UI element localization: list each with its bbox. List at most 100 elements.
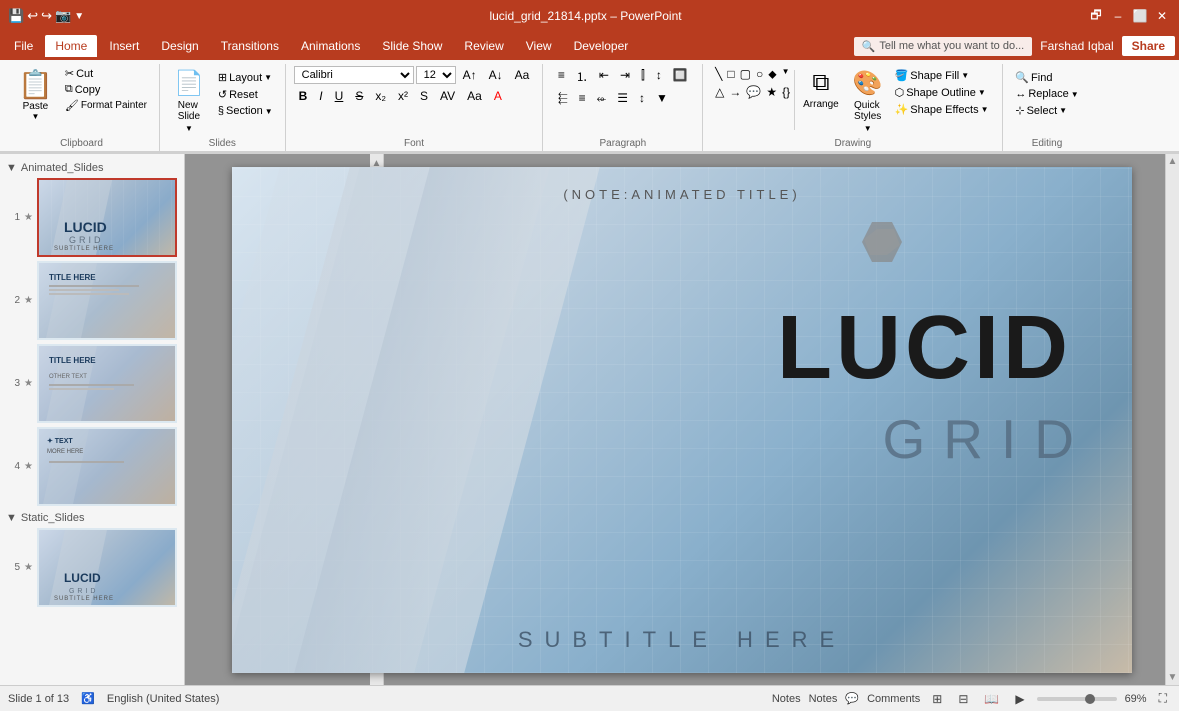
menu-view[interactable]: View bbox=[516, 35, 562, 57]
copy-button[interactable]: ⧉ Copy bbox=[61, 82, 151, 97]
ellipse-tool[interactable]: ○ bbox=[754, 66, 765, 83]
shape-effects-button[interactable]: ✨ Shape Effects ▼ bbox=[891, 102, 993, 117]
minimize-btn[interactable]: – bbox=[1109, 7, 1127, 25]
undo-icon[interactable]: ↩ bbox=[27, 8, 38, 24]
line-tool[interactable]: ╲ bbox=[713, 66, 724, 83]
subscript-btn[interactable]: x₂ bbox=[370, 87, 391, 105]
arrow-tool[interactable]: → bbox=[727, 84, 743, 100]
slide-grid-text[interactable]: GRID bbox=[883, 407, 1093, 471]
redo-icon[interactable]: ↪ bbox=[41, 8, 52, 24]
shadow-btn[interactable]: S bbox=[415, 87, 433, 105]
new-slide-dropdown[interactable]: ▼ bbox=[185, 124, 193, 133]
shape-outline-button[interactable]: ⬡ Shape Outline ▼ bbox=[891, 85, 993, 100]
align-center-btn[interactable]: ≡ bbox=[574, 89, 591, 108]
slide-thumb-2[interactable]: TITLE HERE bbox=[37, 261, 177, 340]
rect-tool[interactable]: □ bbox=[725, 66, 736, 83]
slide-subtitle-text[interactable]: SUBTITLE HERE bbox=[232, 627, 1132, 653]
strikethrough-btn[interactable]: S bbox=[350, 87, 368, 105]
shapes-dropdown[interactable]: ▼ bbox=[780, 66, 792, 83]
rounded-rect-tool[interactable]: ▢ bbox=[738, 66, 753, 83]
decrease-indent-btn[interactable]: ⇤ bbox=[594, 66, 614, 87]
menu-home[interactable]: Home bbox=[45, 35, 97, 57]
slide-lucid-text[interactable]: LUCID bbox=[777, 297, 1072, 400]
decrease-font-btn[interactable]: A↓ bbox=[484, 66, 508, 84]
increase-font-btn[interactable]: A↑ bbox=[458, 66, 482, 84]
slide-item-3[interactable]: 3 ★ TITLE HERE OTHER TEXT bbox=[4, 342, 180, 425]
slide-item-1[interactable]: 1 ★ LUCID GRID SUBTITLE HERE bbox=[4, 176, 180, 259]
maximize-btn[interactable]: ⬜ bbox=[1131, 7, 1149, 25]
case-btn[interactable]: Aa bbox=[462, 87, 487, 105]
search-bar[interactable]: 🔍 Tell me what you want to do... bbox=[854, 37, 1033, 56]
superscript-btn[interactable]: x² bbox=[393, 87, 413, 105]
line-spacing-btn[interactable]: ↕ bbox=[634, 89, 650, 108]
font-name-select[interactable]: Calibri bbox=[294, 66, 414, 84]
scroll-up-right-btn[interactable]: ▲ bbox=[1168, 156, 1178, 167]
smartart-btn[interactable]: 🔲 bbox=[668, 66, 693, 87]
arrange-button[interactable]: ⧉ Arrange bbox=[797, 66, 845, 113]
para-dropdown-btn[interactable]: ▼ bbox=[651, 89, 673, 108]
quick-styles-button[interactable]: 🎨 QuickStyles ▼ bbox=[847, 66, 889, 136]
replace-button[interactable]: ↔ Replace ▼ bbox=[1011, 87, 1082, 101]
align-right-btn[interactable]: ⬰ bbox=[592, 89, 612, 108]
right-scrollbar[interactable]: ▲ ▼ bbox=[1165, 154, 1179, 685]
clear-format-btn[interactable]: Aa bbox=[510, 66, 535, 84]
columns-btn[interactable]: ⫿ bbox=[636, 66, 650, 87]
paste-dropdown-icon[interactable]: ▼ bbox=[31, 112, 39, 121]
menu-insert[interactable]: Insert bbox=[99, 35, 149, 57]
slide-thumb-1[interactable]: LUCID GRID SUBTITLE HERE bbox=[37, 178, 177, 257]
menu-review[interactable]: Review bbox=[454, 35, 513, 57]
menu-animations[interactable]: Animations bbox=[291, 35, 370, 57]
text-dir-btn[interactable]: ↕ bbox=[651, 66, 667, 87]
numbering-btn[interactable]: ⒈ bbox=[571, 66, 593, 87]
paste-button[interactable]: 📋 Paste ▼ bbox=[12, 66, 59, 123]
increase-indent-btn[interactable]: ⇥ bbox=[615, 66, 635, 87]
close-btn[interactable]: ✕ bbox=[1153, 7, 1171, 25]
underline-btn[interactable]: U bbox=[330, 87, 349, 105]
quick-access-toolbar[interactable]: 💾 ↩ ↪ 📷 ▼ bbox=[8, 8, 84, 24]
new-slide-button[interactable]: 📄 New Slide ▼ bbox=[168, 66, 210, 136]
dropdown-icon[interactable]: ▼ bbox=[74, 11, 84, 22]
slide-thumb-3[interactable]: TITLE HERE OTHER TEXT bbox=[37, 344, 177, 423]
menu-slideshow[interactable]: Slide Show bbox=[372, 35, 452, 57]
reset-button[interactable]: ↺ Reset bbox=[214, 87, 277, 102]
scroll-down-right-btn[interactable]: ▼ bbox=[1168, 672, 1178, 683]
bold-btn[interactable]: B bbox=[294, 87, 313, 105]
font-size-select[interactable]: 12 bbox=[416, 66, 456, 84]
slide-item-5[interactable]: 5 ★ LUCID GRID SUBTITLE HERE bbox=[4, 526, 180, 609]
find-button[interactable]: 🔍 Find bbox=[1011, 70, 1082, 85]
select-button[interactable]: ⊹ Select ▼ bbox=[1011, 103, 1082, 118]
slide-thumb-4[interactable]: ✦ TEXT MORE HERE bbox=[37, 427, 177, 506]
callout-tool[interactable]: 💬 bbox=[744, 84, 763, 100]
section-animated[interactable]: ▼ Animated_Slides bbox=[4, 158, 180, 176]
italic-btn[interactable]: I bbox=[314, 87, 327, 105]
slide-note-text[interactable]: (NOTE:ANIMATED TITLE) bbox=[232, 187, 1132, 202]
slide-thumb-5[interactable]: LUCID GRID SUBTITLE HERE bbox=[37, 528, 177, 607]
slide-item-2[interactable]: 2 ★ TITLE HERE bbox=[4, 259, 180, 342]
section-static[interactable]: ▼ Static_Slides bbox=[4, 508, 180, 526]
format-painter-button[interactable]: 🖌 Format Painter bbox=[61, 98, 151, 113]
menu-developer[interactable]: Developer bbox=[564, 35, 639, 57]
triangle-tool[interactable]: △ bbox=[713, 84, 726, 100]
star-tool[interactable]: ★ bbox=[764, 84, 779, 100]
menu-transitions[interactable]: Transitions bbox=[211, 35, 289, 57]
restore-btn[interactable]: 🗗 bbox=[1087, 7, 1105, 25]
slide-item-4[interactable]: 4 ★ ✦ TEXT MORE HERE bbox=[4, 425, 180, 508]
shape-fill-button[interactable]: 🪣 Shape Fill ▼ bbox=[891, 68, 993, 83]
layout-button[interactable]: ⊞ Layout ▼ bbox=[214, 70, 277, 85]
share-button[interactable]: Share bbox=[1122, 36, 1175, 56]
save-icon[interactable]: 💾 bbox=[8, 8, 24, 24]
slide-area[interactable]: ▲ (NOTE:ANIMATED TITLE) LUCID GRID SUBTI… bbox=[185, 154, 1179, 685]
bullets-btn[interactable]: ≡ bbox=[553, 66, 570, 87]
window-controls[interactable]: 🗗 – ⬜ ✕ bbox=[1087, 7, 1171, 25]
font-color-btn[interactable]: A bbox=[489, 87, 507, 105]
align-left-btn[interactable]: ⬱ bbox=[553, 89, 573, 108]
justify-btn[interactable]: ☰ bbox=[612, 89, 633, 108]
shapes-more[interactable]: ⬥ bbox=[766, 66, 778, 83]
menu-design[interactable]: Design bbox=[151, 35, 208, 57]
screenshot-icon[interactable]: 📷 bbox=[55, 8, 71, 24]
quick-styles-dropdown[interactable]: ▼ bbox=[864, 124, 872, 133]
cut-button[interactable]: ✂ Cut bbox=[61, 66, 151, 81]
menu-file[interactable]: File bbox=[4, 35, 43, 57]
section-button[interactable]: § Section ▼ bbox=[214, 104, 277, 118]
formula-tool[interactable]: {} bbox=[780, 84, 792, 100]
